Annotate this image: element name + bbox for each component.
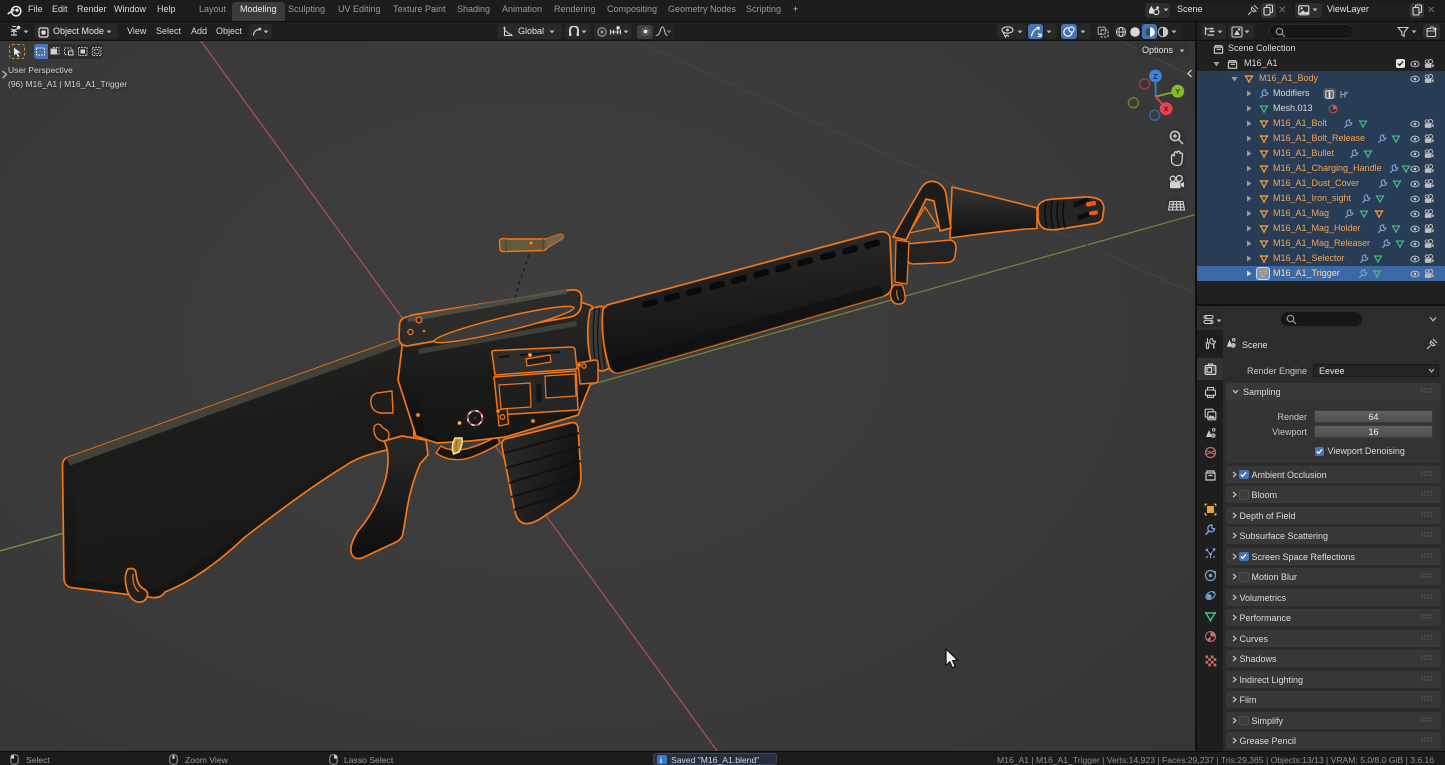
svg-text:Z: Z <box>1153 72 1158 81</box>
svg-text:Y: Y <box>1175 87 1180 96</box>
svg-text:X: X <box>1164 105 1169 114</box>
